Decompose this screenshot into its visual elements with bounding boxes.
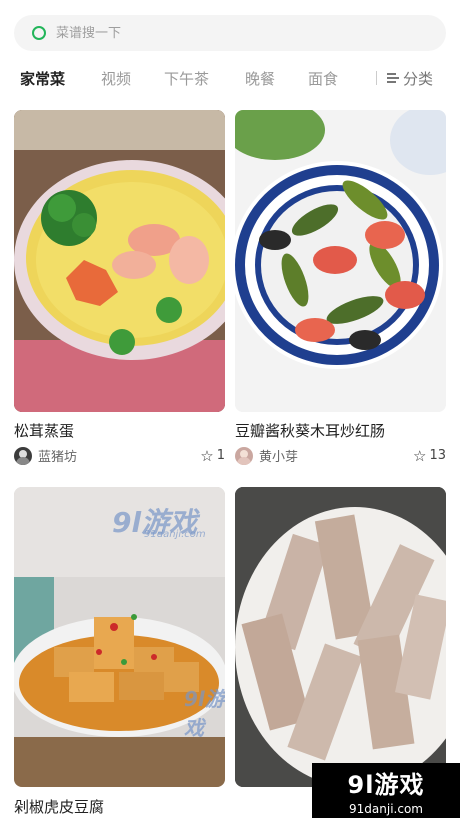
tab-divider bbox=[376, 71, 377, 85]
search-bar[interactable] bbox=[14, 15, 446, 51]
recipe-card[interactable]: 松茸蒸蛋 蓝猪坊 ☆ 1 bbox=[14, 110, 225, 470]
watermark-logo: 9l游戏 bbox=[347, 771, 425, 799]
site-watermark: 9l游戏 91danji.com bbox=[312, 763, 460, 818]
watermark-url: 91danji.com bbox=[349, 802, 423, 816]
menu-icon bbox=[387, 73, 399, 83]
recipe-image bbox=[235, 487, 446, 787]
recipe-card[interactable]: 豆瓣酱秋葵木耳炒红肠 黄小芽 ☆ 13 bbox=[235, 110, 446, 470]
recipe-title: 松茸蒸蛋 bbox=[14, 422, 75, 440]
recipe-image bbox=[235, 110, 446, 412]
star-count: 13 bbox=[429, 448, 446, 463]
tab-home-cooking[interactable]: 家常菜 bbox=[20, 68, 65, 89]
category-tabs: 家常菜 视频 下午茶 晚餐 面食 分类 bbox=[0, 60, 460, 96]
recipe-title: 豆瓣酱秋葵木耳炒红肠 bbox=[235, 422, 386, 440]
watermark-url: 91danji.com bbox=[144, 529, 206, 540]
star-icon: ☆ bbox=[413, 446, 427, 465]
favorite-count[interactable]: ☆ 1 bbox=[200, 447, 225, 465]
tab-afternoon-tea[interactable]: 下午茶 bbox=[164, 68, 209, 89]
recipe-title: 剁椒虎皮豆腐 bbox=[14, 798, 105, 816]
search-icon bbox=[32, 26, 46, 40]
category-label: 分类 bbox=[403, 69, 434, 88]
steamed-egg-image bbox=[14, 110, 225, 412]
author-name: 蓝猪坊 bbox=[38, 450, 78, 465]
tab-noodles[interactable]: 面食 bbox=[308, 68, 338, 89]
avatar bbox=[14, 446, 32, 465]
star-count: 1 bbox=[216, 448, 225, 463]
recipe-image bbox=[14, 110, 225, 412]
tab-video[interactable]: 视频 bbox=[101, 68, 131, 89]
search-input[interactable] bbox=[54, 24, 418, 42]
recipe-meta: 黄小芽 ☆ 13 bbox=[235, 446, 446, 465]
watermark-logo: 9l游戏 bbox=[184, 687, 225, 740]
tab-dinner[interactable]: 晚餐 bbox=[245, 68, 275, 89]
recipe-card[interactable]: 9l游戏 91danji.com 9l游戏 剁椒虎皮豆腐 bbox=[14, 487, 225, 818]
recipe-meta: 蓝猪坊 ☆ 1 bbox=[14, 446, 225, 465]
recipe-image: 9l游戏 91danji.com 9l游戏 bbox=[14, 487, 225, 787]
okra-stir-fry-image bbox=[235, 110, 446, 412]
category-button[interactable]: 分类 bbox=[376, 68, 433, 89]
avatar bbox=[235, 446, 253, 465]
fried-dough-image bbox=[235, 487, 446, 787]
favorite-count[interactable]: ☆ 13 bbox=[413, 447, 446, 465]
author-name: 黄小芽 bbox=[259, 450, 299, 465]
star-icon: ☆ bbox=[200, 446, 214, 465]
